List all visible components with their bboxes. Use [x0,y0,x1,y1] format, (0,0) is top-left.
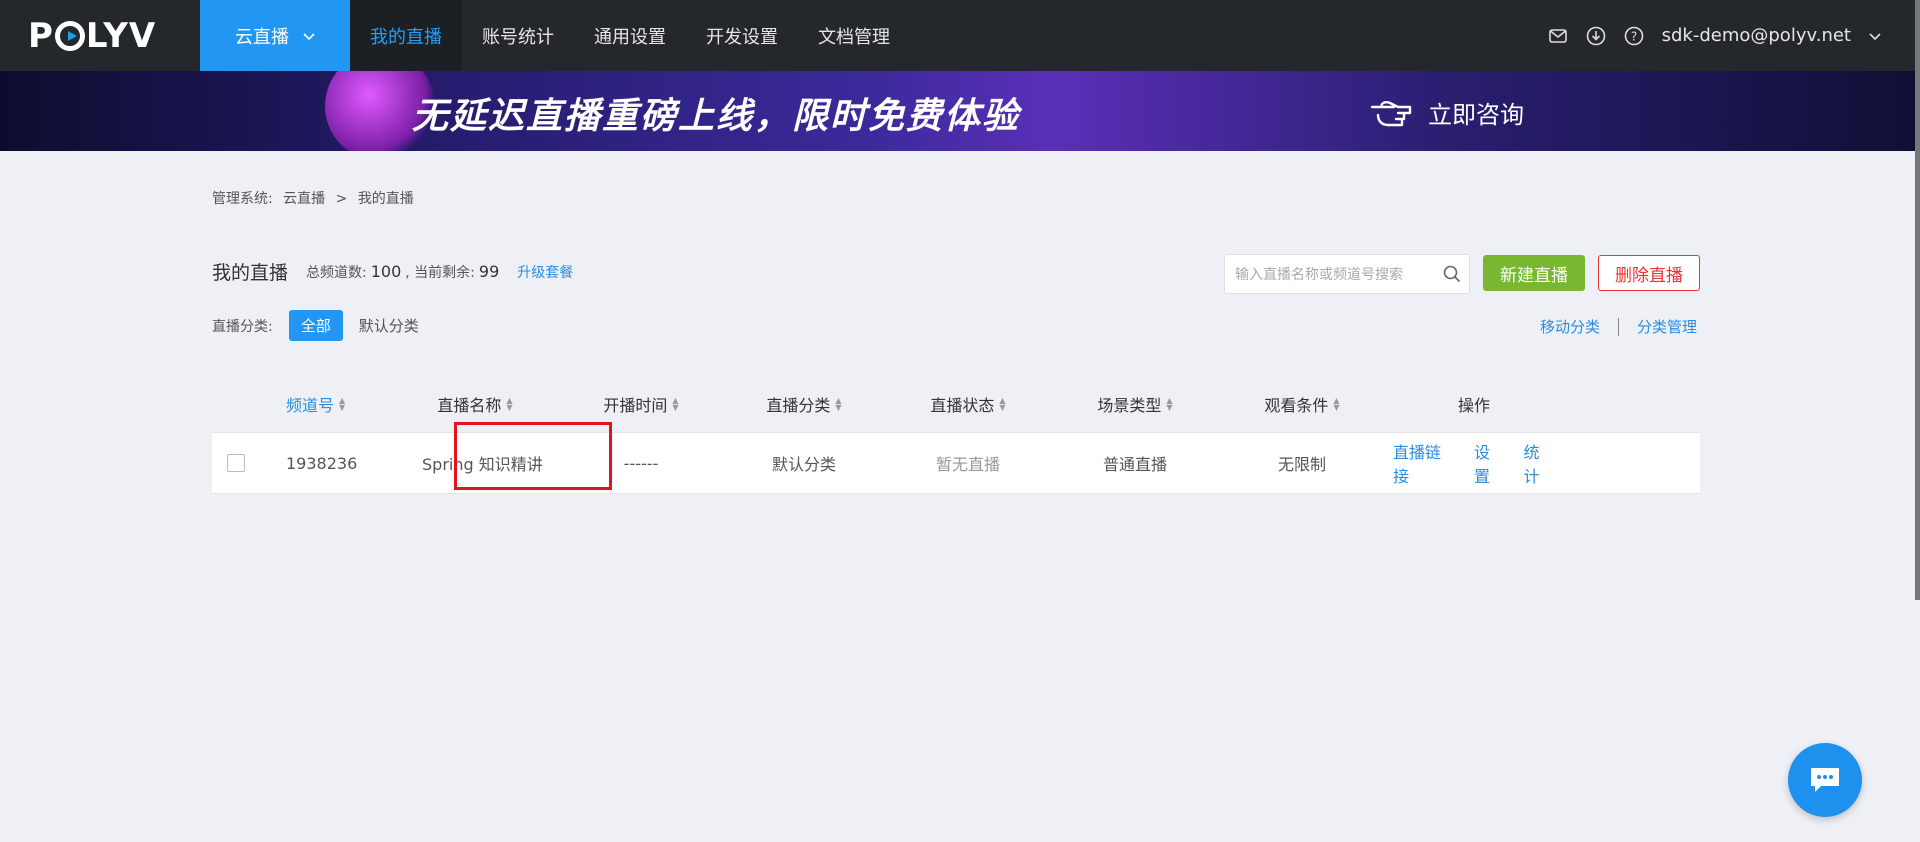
header-ops-label: 操作 [1457,396,1490,415]
table-row: 1938236 Spring 知识精讲 ------ 默认分类 暂无直播 普通直… [212,432,1700,494]
sort-icon: ▲ ▼ [339,396,346,412]
main-nav: 我的直播 账号统计 通用设置 开发设置 文档管理 [350,0,910,71]
remain-label: , 当前剩余: [405,264,475,281]
banner-headline: 无延迟直播重磅上线，限时免费体验 [412,96,1021,137]
header-category[interactable]: 直播分类 ▲ ▼ [722,392,886,416]
product-switcher[interactable]: 云直播 [200,0,350,71]
breadcrumb-current: 我的直播 [357,191,414,207]
header-ops: 操作 [1384,392,1564,416]
live-link[interactable]: 直播链接 [1393,439,1456,487]
search-icon[interactable] [1443,265,1461,287]
sort-icon: ▲ ▼ [835,396,842,412]
page-scrollbar[interactable] [1915,0,1920,600]
header-status[interactable]: 直播状态 ▲ ▼ [886,392,1050,416]
cell-status: 暂无直播 [935,455,1000,474]
sort-icon: ▲ ▼ [1166,396,1173,412]
annotation-highlight-box [454,422,612,490]
polyv-logo[interactable]: P LYV [0,0,200,71]
summary-bar: 我的直播 总频道数: 100 , 当前剩余: 99 升级套餐 [212,258,573,285]
live-table: 频道号 ▲ ▼ 直播名称 ▲ ▼ 开播时间 ▲ ▼ 直播分类 ▲ ▼ 直播状态 ▲ ▼ 场… [212,376,1700,494]
breadcrumb-separator: > [335,191,348,207]
category-default-tab[interactable]: 默认分类 [359,315,419,336]
nav-dev-settings[interactable]: 开发设置 [686,0,798,71]
breadcrumb-level1[interactable]: 云直播 [283,191,325,207]
header-category-label: 直播分类 [766,396,831,415]
sort-icon: ▲ ▼ [506,396,513,412]
category-all-tab[interactable]: 全部 [288,310,343,341]
nav-my-live[interactable]: 我的直播 [350,0,462,71]
row-checkbox[interactable] [227,454,245,472]
category-label: 直播分类: [212,318,273,335]
total-value: 100 [370,262,402,281]
download-icon[interactable] [1586,26,1606,46]
stats-link[interactable]: 统计 [1524,439,1556,487]
header-scene[interactable]: 场景类型 ▲ ▼ [1050,392,1220,416]
header-scene-label: 场景类型 [1097,396,1162,415]
sort-icon: ▲ ▼ [999,396,1006,412]
header-condition[interactable]: 观看条件 ▲ ▼ [1220,392,1384,416]
product-label: 云直播 [235,26,289,48]
header-name[interactable]: 直播名称 ▲ ▼ [390,392,560,416]
page-title: 我的直播 [212,262,289,284]
breadcrumb: 管理系统: 云直播 > 我的直播 [212,188,420,208]
cell-condition: 无限制 [1277,455,1326,474]
promo-banner[interactable]: 无延迟直播重磅上线，限时免费体验 立即咨询 [0,71,1915,151]
category-actions: 移动分类 分类管理 [1540,316,1697,337]
cell-scene: 普通直播 [1102,455,1167,474]
top-navbar: P LYV 云直播 我的直播 账号统计 通用设置 开发设置 文档管理 ? sdk-… [0,0,1915,71]
move-category-link[interactable]: 移动分类 [1540,316,1600,337]
table-header: 频道号 ▲ ▼ 直播名称 ▲ ▼ 开播时间 ▲ ▼ 直播分类 ▲ ▼ 直播状态 ▲ ▼ 场… [212,376,1700,432]
header-channel[interactable]: 频道号 ▲ ▼ [260,392,390,416]
row-select [212,454,260,472]
sort-icon: ▲ ▼ [672,396,679,412]
nav-account-stats[interactable]: 账号统计 [462,0,574,71]
header-start-time-label: 开播时间 [603,396,668,415]
svg-text:?: ? [1630,29,1636,43]
banner-cta: 立即咨询 [1428,100,1524,129]
header-name-label: 直播名称 [437,396,502,415]
cell-channel: 1938236 [286,453,358,473]
remain-value: 99 [478,262,500,281]
help-icon[interactable]: ? [1624,26,1644,46]
total-label: 总频道数: [306,264,367,281]
sort-icon: ▲ ▼ [1333,396,1340,412]
header-status-label: 直播状态 [930,396,995,415]
breadcrumb-root: 管理系统: [212,191,273,207]
header-start-time[interactable]: 开播时间 ▲ ▼ [560,392,722,416]
divider [1618,317,1620,336]
cell-category: 默认分类 [771,455,836,474]
chat-bubble-icon [1811,768,1839,792]
search-input[interactable]: 输入直播名称或频道号搜索 [1224,254,1470,294]
user-chevron-down-icon[interactable] [1869,25,1881,46]
user-email[interactable]: sdk-demo@polyv.net [1662,25,1851,46]
header-channel-label: 频道号 [286,396,335,415]
nav-docs[interactable]: 文档管理 [798,0,910,71]
cell-ops: 直播链接 设置 统计 [1384,439,1564,487]
mail-icon[interactable] [1548,26,1568,46]
new-live-button[interactable]: 新建直播 [1483,255,1585,291]
manage-category-link[interactable]: 分类管理 [1637,316,1697,337]
pointing-hand-icon [1368,89,1414,135]
upgrade-link[interactable]: 升级套餐 [517,262,573,282]
settings-link[interactable]: 设置 [1474,439,1506,487]
header-condition-label: 观看条件 [1264,396,1329,415]
delete-live-button[interactable]: 删除直播 [1598,255,1700,291]
search-placeholder: 输入直播名称或频道号搜索 [1235,267,1403,283]
category-filter: 直播分类: 全部 默认分类 [212,310,419,341]
chat-button[interactable] [1788,743,1862,817]
chevron-down-icon [303,25,315,46]
nav-general-settings[interactable]: 通用设置 [574,0,686,71]
banner-consult-link[interactable]: 立即咨询 [1368,89,1524,135]
